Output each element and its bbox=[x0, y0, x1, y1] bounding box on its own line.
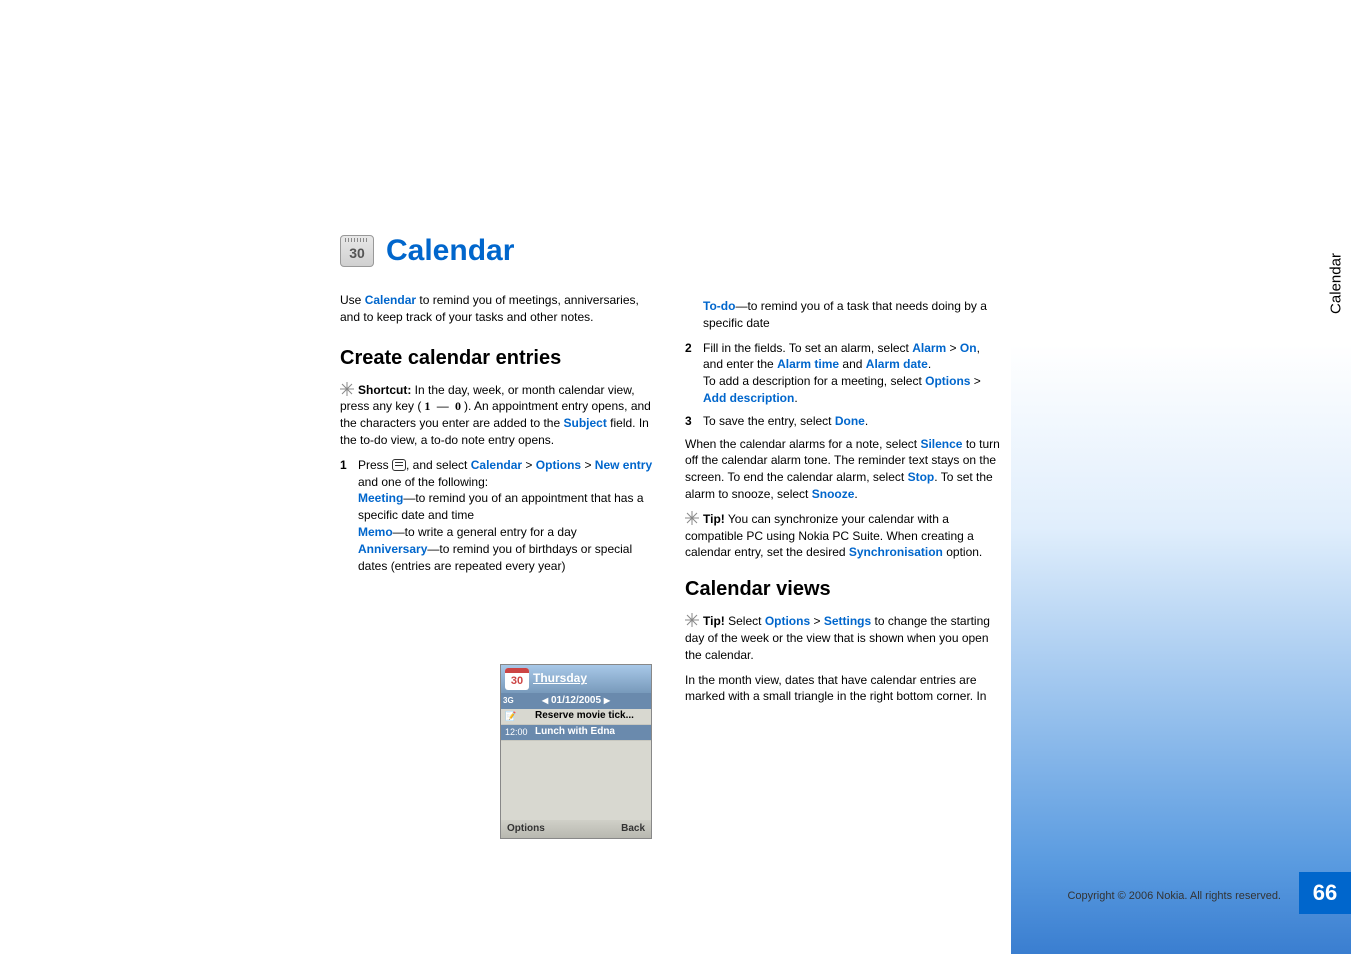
gradient-background bbox=[1011, 345, 1351, 954]
page-body: 30 Calendar Use Calendar to remind you o… bbox=[340, 230, 1000, 713]
phone-softkey-left: Options bbox=[507, 822, 545, 836]
step-1-body: Press , and select Calendar > Options > … bbox=[358, 457, 655, 575]
copyright-text: Copyright © 2006 Nokia. All rights reser… bbox=[1067, 890, 1281, 902]
phone-softkey-right: Back bbox=[621, 822, 645, 836]
shortcut-icon bbox=[340, 382, 354, 396]
views-tip: Tip! Select Options > Settings to change… bbox=[685, 613, 1000, 663]
step-2: 2 Fill in the fields. To set an alarm, s… bbox=[685, 340, 1000, 407]
tip-label: Tip! bbox=[703, 614, 725, 628]
key-1-icon: 1 bbox=[421, 398, 433, 415]
phone-date: 01/12/2005 bbox=[551, 695, 601, 706]
tip-label: Tip! bbox=[703, 512, 725, 526]
tip-icon bbox=[685, 613, 699, 627]
phone-softkey-bar: Options Back bbox=[501, 820, 651, 838]
sync-tip: Tip! You can synchronize your calendar w… bbox=[685, 511, 1000, 561]
step-1-block: 1 Press , and select Calendar > Options … bbox=[340, 457, 655, 575]
side-tab: Calendar bbox=[1321, 235, 1351, 345]
chapter-header: 30 Calendar bbox=[340, 230, 655, 272]
phone-date-bar: 3G ◀ 01/12/2005 ▶ bbox=[501, 693, 651, 709]
calendar-link: Calendar bbox=[365, 293, 416, 307]
step-number-2: 2 bbox=[685, 340, 703, 407]
phone-calendar-icon: 30 bbox=[505, 668, 529, 690]
todo-link: To-do bbox=[703, 299, 735, 313]
phone-entry-row: 📝 Reserve movie tick... bbox=[501, 709, 651, 725]
todo-line: To-do—to remind you of a task that needs… bbox=[685, 298, 1000, 332]
phone-topbar: 30 Thursday bbox=[501, 665, 651, 693]
step-number-3: 3 bbox=[685, 413, 703, 430]
shortcut-label: Shortcut: bbox=[358, 383, 411, 397]
tip-icon bbox=[685, 511, 699, 525]
month-view-paragraph: In the month view, dates that have calen… bbox=[685, 672, 1000, 706]
menu-key-icon bbox=[392, 459, 406, 471]
phone-arrow-right-icon: ▶ bbox=[604, 696, 610, 705]
phone-entry-row-selected: 12:00 Lunch with Edna bbox=[501, 725, 651, 741]
page-number: 66 bbox=[1299, 872, 1351, 914]
anniversary-link: Anniversary bbox=[358, 542, 427, 556]
calendar-app-icon: 30 bbox=[340, 235, 374, 267]
phone-entry-time: 12:00 bbox=[505, 726, 535, 739]
phone-screenshot: 30 Thursday 3G ◀ 01/12/2005 ▶ 📝 Reserve … bbox=[500, 664, 655, 839]
shortcut-paragraph: Shortcut: In the day, week, or month cal… bbox=[340, 382, 655, 449]
intro-paragraph: Use Calendar to remind you of meetings, … bbox=[340, 292, 655, 326]
chapter-title: Calendar bbox=[386, 230, 514, 272]
phone-3g-indicator: 3G bbox=[503, 693, 514, 709]
memo-link: Memo bbox=[358, 525, 393, 539]
step-number-1: 1 bbox=[340, 457, 358, 575]
right-column: To-do—to remind you of a task that needs… bbox=[685, 230, 1000, 713]
meeting-link: Meeting bbox=[358, 491, 403, 505]
section-create-entries: Create calendar entries bbox=[340, 344, 655, 372]
phone-note-icon: 📝 bbox=[505, 710, 535, 723]
section-calendar-views: Calendar views bbox=[685, 575, 1000, 603]
left-column: 30 Calendar Use Calendar to remind you o… bbox=[340, 230, 655, 713]
phone-arrow-left-icon: ◀ bbox=[542, 696, 548, 705]
key-0-icon: 0 bbox=[452, 398, 464, 415]
side-tab-label: Calendar bbox=[1328, 249, 1345, 319]
phone-day-label: Thursday bbox=[533, 670, 587, 687]
calendar-icon-number: 30 bbox=[341, 244, 373, 264]
alarm-paragraph: When the calendar alarms for a note, sel… bbox=[685, 436, 1000, 503]
step-3: 3 To save the entry, select Done. bbox=[685, 413, 1000, 430]
subject-link: Subject bbox=[563, 416, 606, 430]
